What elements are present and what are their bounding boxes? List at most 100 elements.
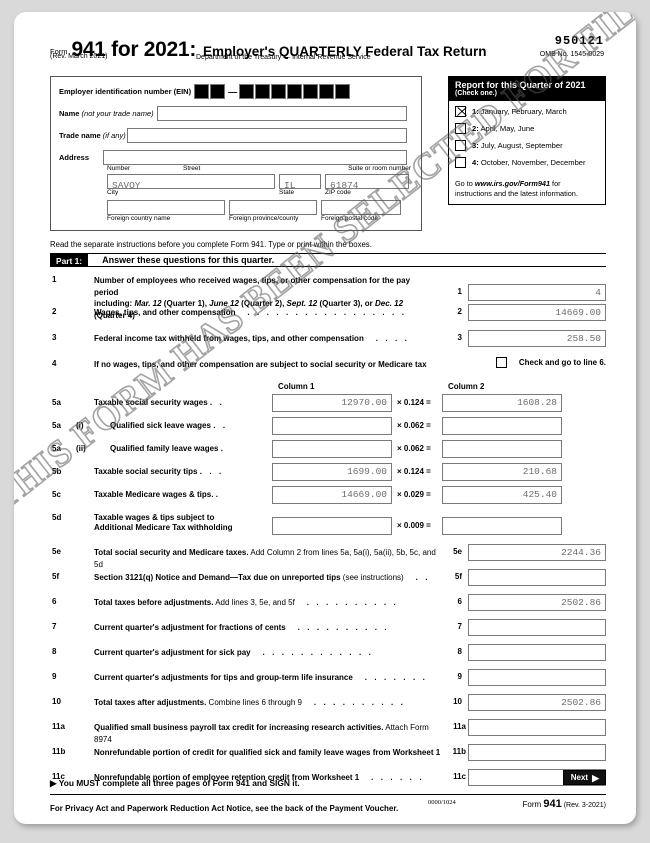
ein-digit[interactable] [271, 84, 287, 99]
line-5d-col2-input[interactable] [442, 517, 562, 535]
foreign-country-input[interactable] [107, 200, 225, 215]
leader-dots: . . . . . . . . . . . . . . . . . [237, 308, 407, 317]
quarter-option-2[interactable]: 2: April, May, June [455, 123, 599, 134]
quarter-option-3[interactable]: 3: July, August, September [455, 140, 599, 151]
line-5a-ii-number: 5a [52, 444, 61, 453]
line-3-input[interactable]: 258.50 [468, 330, 606, 347]
quarter-option-4[interactable]: 4: October, November, December [455, 157, 599, 168]
line-5a-col1-input[interactable]: 12970.00 [272, 394, 392, 412]
checkbox-line-4[interactable] [495, 357, 507, 368]
ein-digit[interactable] [303, 84, 319, 99]
address-input[interactable] [103, 150, 407, 165]
quarter-option-1[interactable]: 1: January, February, March [455, 106, 599, 117]
line-5f-input[interactable] [468, 569, 606, 586]
next-button[interactable]: Next ▶ [562, 770, 606, 785]
line-9-text: Current quarter's adjustments for tips a… [94, 673, 428, 682]
trade-name-row: Trade name (if any) [59, 128, 413, 143]
line-1-input[interactable]: 4 [468, 284, 606, 301]
quarter-heading: Report for this Quarter of 2021 (Check o… [449, 77, 605, 101]
line-5c-col1-input[interactable]: 14669.00 [272, 486, 392, 504]
column-headers: Column 1 Column 2 [50, 382, 606, 394]
line-4-number: 4 [52, 359, 57, 368]
name-row: Name (not your trade name) [59, 106, 413, 121]
ein-digit[interactable] [335, 84, 351, 99]
line-1-number: 1 [52, 275, 57, 284]
ein-row: Employer identification number (EIN) — [59, 84, 413, 99]
line-5b: 5b Taxable social security tips . . . 16… [50, 463, 606, 486]
form-revision: (Rev. March 2021) [50, 53, 108, 60]
line-9-input[interactable] [468, 669, 606, 686]
line-5a-text: Taxable social security wages . . [94, 398, 225, 407]
read-instructions-text: Read the separate instructions before yo… [50, 240, 372, 249]
ein-input[interactable]: — [194, 84, 351, 99]
csz-sublabels: City State ZIP code [107, 189, 413, 196]
name-label: Name (not your trade name) [59, 109, 154, 118]
line-5b-col1-input[interactable]: 1699.00 [272, 463, 392, 481]
ein-digit[interactable] [319, 84, 335, 99]
line-5a-i-col1-input[interactable] [272, 417, 392, 435]
line-5a-i-rate: × 0.062 = [397, 421, 431, 430]
zip-input[interactable]: 61874 [325, 174, 409, 191]
checkbox-quarter-1[interactable] [455, 106, 466, 117]
line-10: 10 Total taxes after adjustments. Combin… [50, 694, 606, 720]
line-10-number: 10 [52, 697, 61, 706]
department-line: Department of the Treasury — Internal Re… [196, 54, 371, 61]
line-2-input[interactable]: 14669.00 [468, 304, 606, 321]
trade-name-input[interactable] [127, 128, 407, 143]
sublabel-suite: Suite or room number [348, 165, 411, 172]
trade-name-label: Trade name (if any) [59, 131, 126, 140]
line-5a-ii-col2-input[interactable] [442, 440, 562, 458]
leader-dots: . . . . . . . . . . . . [252, 648, 374, 657]
leader-dots: . . . . . . . [355, 673, 428, 682]
ein-digit[interactable] [194, 84, 210, 99]
foreign-province-input[interactable] [229, 200, 317, 215]
foreign-postal-input[interactable] [321, 200, 401, 215]
line-5d: 5d Taxable wages & tips subject to Addit… [50, 509, 606, 537]
ein-dash: — [228, 86, 238, 97]
line-4-checkbox-group[interactable]: Check and go to line 6. [495, 357, 606, 368]
line-5a-ii-col1-input[interactable] [272, 440, 392, 458]
line-11b-ref: 11b [452, 747, 466, 756]
line-6: 6 Total taxes before adjustments. Add li… [50, 594, 606, 620]
sublabel-foreign-province: Foreign province/county [229, 215, 299, 222]
privacy-notice-text: For Privacy Act and Paperwork Reduction … [50, 804, 399, 813]
irs-link[interactable]: www.irs.gov/Form941 [475, 179, 550, 188]
footer-bottom-row: For Privacy Act and Paperwork Reduction … [50, 798, 606, 813]
ein-digit[interactable] [210, 84, 226, 99]
line-7-number: 7 [52, 622, 57, 631]
footer-form-number: Form 941 (Rev. 3-2021) [522, 798, 606, 810]
line-5a-rate: × 0.124 = [397, 398, 431, 407]
part1-title: Answer these questions for this quarter. [102, 255, 275, 265]
line-11a-input[interactable] [468, 719, 606, 736]
checkbox-quarter-2[interactable] [455, 123, 466, 134]
line-10-text: Total taxes after adjustments. Combine l… [94, 698, 406, 707]
leader-dots: . . [405, 573, 431, 582]
state-input[interactable]: IL [279, 174, 321, 191]
checkbox-quarter-3[interactable] [455, 140, 466, 151]
quarter-heading-sub: (Check one.) [455, 90, 498, 97]
line-5d-rate: × 0.009 = [397, 521, 431, 530]
line-11b-input[interactable] [468, 744, 606, 761]
line-10-input[interactable]: 2502.86 [468, 694, 606, 711]
line-5d-col1-input[interactable] [272, 517, 392, 535]
form-footer: ▶ You MUST complete all three pages of F… [50, 770, 606, 813]
line-5e-input[interactable]: 2244.36 [468, 544, 606, 561]
ein-digit[interactable] [239, 84, 255, 99]
line-5c-col2-input[interactable]: 425.40 [442, 486, 562, 504]
line-5e-number: 5e [52, 547, 61, 556]
city-input[interactable]: SAVOY [107, 174, 275, 191]
line-3-number: 3 [52, 333, 57, 342]
form-page: Form 941 for 2021: Employer's QUARTERLY … [14, 12, 636, 824]
line-7-input[interactable] [468, 619, 606, 636]
address-row: Address [59, 150, 413, 165]
line-5a-i-col2-input[interactable] [442, 417, 562, 435]
ein-digit[interactable] [287, 84, 303, 99]
line-5b-col2-input[interactable]: 210.68 [442, 463, 562, 481]
line-5a-col2-input[interactable]: 1608.28 [442, 394, 562, 412]
line-8-input[interactable] [468, 644, 606, 661]
ein-digit[interactable] [255, 84, 271, 99]
name-input[interactable] [157, 106, 407, 121]
line-6-input[interactable]: 2502.86 [468, 594, 606, 611]
line-11a-text: Qualified small business payroll tax cre… [94, 723, 429, 744]
checkbox-quarter-4[interactable] [455, 157, 466, 168]
